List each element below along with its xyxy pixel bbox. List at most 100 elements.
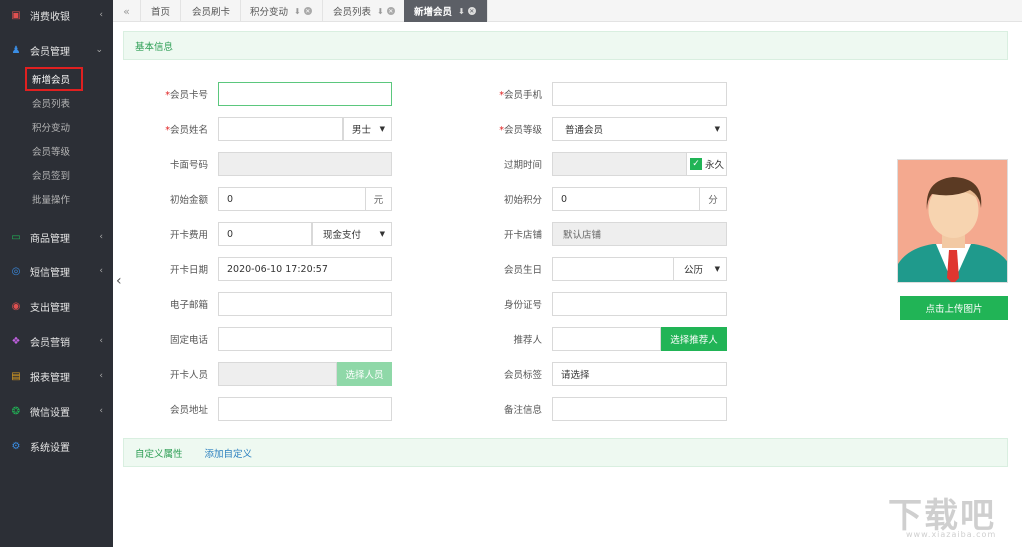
sidebar-sub-checkin[interactable]: 会员签到 [0, 165, 113, 185]
wechat-icon: ❂ [11, 405, 21, 417]
highlight-box [25, 67, 83, 91]
section-custom-attrs: 自定义属性 添加自定义 [123, 438, 1008, 467]
sidebar-item-label: 报表管理 [30, 372, 70, 384]
name-input[interactable] [218, 117, 343, 141]
check-icon[interactable]: ✓ [690, 158, 702, 170]
pay-method-select[interactable]: 现金支付 ▼ [312, 222, 392, 246]
email-input[interactable] [218, 292, 392, 316]
custom-attrs-title: 自定义属性 [135, 448, 183, 460]
pay-method-value: 现金支付 [323, 230, 362, 241]
yuan-unit: 元 [365, 187, 392, 211]
sidebar-item-marketing[interactable]: ❖ 会员营销 ‹ [0, 329, 113, 353]
sidebar-item-label: 会员营销 [30, 337, 70, 349]
section-title: 基本信息 [135, 41, 174, 53]
gift-icon: ❖ [11, 335, 21, 347]
sidebar-item-label: 支出管理 [30, 302, 70, 314]
forever-checkbox-wrap[interactable]: ✓ 永久 [686, 152, 727, 176]
sidebar-item-checkout[interactable]: ▣ 消费收银 ‹ [0, 3, 113, 27]
chevron-left-icon: ‹ [99, 406, 103, 416]
caret-down-icon: ▼ [714, 265, 720, 273]
close-icon[interactable]: ✕ [303, 7, 312, 15]
gender-value: 男士 [352, 125, 372, 136]
users-icon: ♟ [11, 44, 21, 56]
add-custom-link[interactable]: 添加自定义 [205, 446, 253, 460]
gender-select[interactable]: 男士 ▼ [343, 117, 392, 141]
sidebar-item-reports[interactable]: ▤ 报表管理 ‹ [0, 364, 113, 388]
label-phone: 固定电话 [169, 335, 208, 346]
forever-label: 永久 [705, 160, 725, 171]
receipt-icon: ▣ [11, 9, 21, 21]
sidebar-sub-add-member[interactable]: 新增会员 [0, 67, 113, 91]
caret-down-icon: ▼ [714, 125, 720, 133]
address-input[interactable] [218, 397, 392, 421]
chevron-left-icon: ‹ [99, 336, 103, 346]
card-date-input[interactable] [218, 257, 392, 281]
sidebar-item-members[interactable]: ♟ 会员管理 ⌄ [0, 38, 113, 62]
tags-select[interactable]: 请选择 [552, 362, 727, 386]
sidebar-item-label: 微信设置 [30, 407, 70, 419]
tab-points[interactable]: 积分变动 ⬇ ✕ [240, 0, 323, 22]
sidebar-sub-member-list[interactable]: 会员列表 [0, 93, 113, 113]
label-init-points: 初始积分 [503, 195, 542, 206]
tab-home[interactable]: 首页 [141, 0, 182, 22]
sidebar-sub-levels[interactable]: 会员等级 [0, 141, 113, 161]
remark-input[interactable] [552, 397, 727, 421]
sidebar-item-expense[interactable]: ◉ 支出管理 [0, 294, 113, 318]
calendar-type-select[interactable]: 公历 ▼ [673, 257, 727, 281]
pin-icon[interactable]: ⬇ [458, 7, 465, 16]
referrer-input[interactable] [552, 327, 661, 351]
mobile-input[interactable] [552, 82, 727, 106]
close-icon[interactable]: ✕ [467, 7, 476, 15]
collapse-sidebar-icon[interactable]: ‹ [116, 273, 122, 289]
select-referrer-button[interactable]: 选择推荐人 [661, 327, 727, 351]
sidebar-sub-label: 会员等级 [32, 147, 71, 158]
sidebar-item-settings[interactable]: ⚙ 系统设置 [0, 434, 113, 458]
label-card-fee: 开卡费用 [169, 230, 208, 241]
pin-icon[interactable]: ⬇ [294, 7, 301, 16]
label-expire: 过期时间 [503, 160, 542, 171]
avatar-image[interactable] [897, 159, 1008, 283]
section-basic-info: 基本信息 [123, 31, 1008, 60]
card-fee-input[interactable] [218, 222, 312, 246]
goods-icon: ▭ [11, 231, 21, 243]
pin-icon[interactable]: ⬇ [377, 7, 384, 16]
close-icon[interactable]: ✕ [386, 7, 395, 15]
chevron-left-icon: ‹ [99, 371, 103, 381]
phone-input[interactable] [218, 327, 392, 351]
watermark-url: www.xiazaiba.com [906, 530, 997, 539]
id-no-input[interactable] [552, 292, 727, 316]
tab-label: 积分变动 [250, 7, 289, 18]
label-email: 电子邮箱 [169, 300, 208, 311]
sidebar-item-goods[interactable]: ▭ 商品管理 ‹ [0, 225, 113, 249]
label-init-amount: 初始金额 [169, 195, 208, 206]
sidebar-sub-points[interactable]: 积分变动 [0, 117, 113, 137]
sidebar: ▣ 消费收银 ‹ ♟ 会员管理 ⌄ 新增会员 会员列表 积分变动 会员等级 会员… [0, 0, 113, 547]
init-points-input[interactable] [552, 187, 700, 211]
sidebar-sub-label: 积分变动 [32, 123, 71, 134]
label-name: *会员姓名 [165, 125, 208, 136]
select-operator-button[interactable]: 选择人员 [337, 362, 392, 386]
tab-add-member[interactable]: 新增会员 ⬇ ✕ [404, 0, 488, 22]
sidebar-item-wechat[interactable]: ❂ 微信设置 ‹ [0, 399, 113, 423]
upload-image-button[interactable]: 点击上传图片 [900, 296, 1008, 320]
sidebar-item-label: 会员管理 [30, 46, 70, 58]
label-level: *会员等级 [499, 125, 542, 136]
tab-member-list[interactable]: 会员列表 ⬇ ✕ [323, 0, 406, 22]
level-select[interactable]: 普通会员 ▼ [552, 117, 727, 141]
label-operator: 开卡人员 [169, 370, 208, 381]
tabs-back-icon[interactable]: « [113, 0, 141, 22]
card-store-field: 默认店铺 [552, 222, 727, 246]
operator-input [218, 362, 337, 386]
sidebar-item-sms[interactable]: ◎ 短信管理 ‹ [0, 259, 113, 283]
sidebar-sub-batch[interactable]: 批量操作 [0, 189, 113, 209]
init-amount-input[interactable] [218, 187, 366, 211]
birthday-input[interactable] [552, 257, 674, 281]
card-no-input[interactable] [218, 82, 392, 106]
label-address: 会员地址 [169, 405, 208, 416]
sidebar-sub-label: 会员签到 [32, 171, 71, 182]
label-birthday: 会员生日 [503, 265, 542, 276]
person-avatar-icon [898, 160, 1007, 282]
chevron-left-icon: ‹ [99, 266, 103, 276]
label-id-no: 身份证号 [503, 300, 542, 311]
tab-card-swipe[interactable]: 会员刷卡 [182, 0, 242, 22]
